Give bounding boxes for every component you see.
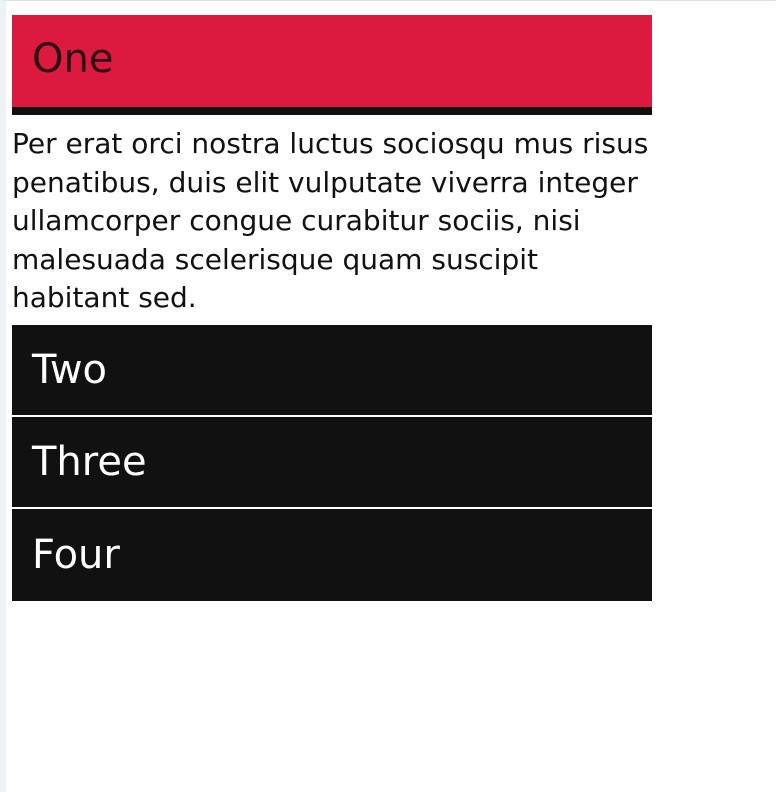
accordion-header-one[interactable]: One xyxy=(12,15,652,115)
accordion-header-three[interactable]: Three xyxy=(12,416,652,509)
accordion-title: Two xyxy=(32,346,107,393)
accordion-panel-text: Per erat orci nostra luctus sociosqu mus… xyxy=(12,127,649,314)
accordion-title: One xyxy=(32,36,114,82)
accordion-header-two[interactable]: Two xyxy=(12,324,652,417)
accordion-panel-one: Per erat orci nostra luctus sociosqu mus… xyxy=(12,115,652,325)
accordion: One Per erat orci nostra luctus sociosqu… xyxy=(12,15,652,601)
accordion-header-four[interactable]: Four xyxy=(12,508,652,601)
accordion-title: Four xyxy=(32,531,120,578)
accordion-title: Three xyxy=(32,438,147,485)
page-frame: One Per erat orci nostra luctus sociosqu… xyxy=(0,0,776,792)
